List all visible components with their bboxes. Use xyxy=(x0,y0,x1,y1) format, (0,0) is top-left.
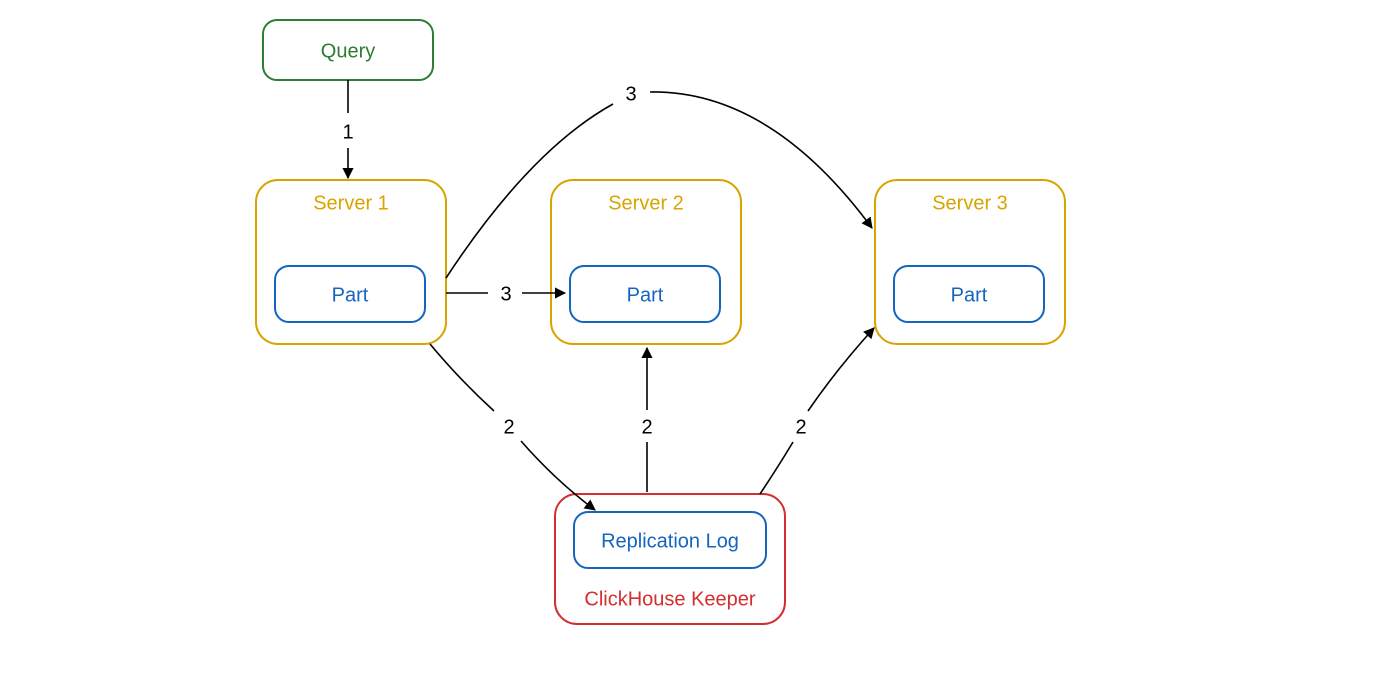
edge-label-2c: 2 xyxy=(795,416,806,438)
query-node: Query xyxy=(263,20,433,80)
edge-keeper-to-server3: 2 xyxy=(760,328,874,494)
server3-node: Server 3 Part xyxy=(875,180,1065,344)
part3-label: Part xyxy=(951,284,988,306)
keeper-label: ClickHouse Keeper xyxy=(584,588,756,610)
edge-keeper-to-server2: 2 xyxy=(641,348,652,492)
edge-part1-to-part2: 3 xyxy=(446,283,565,305)
server2-label: Server 2 xyxy=(608,192,684,214)
server1-node: Server 1 Part xyxy=(256,180,446,344)
edge-label-3a: 3 xyxy=(500,283,511,305)
part1-label: Part xyxy=(332,284,369,306)
edge-label-1: 1 xyxy=(342,121,353,143)
part2-label: Part xyxy=(627,284,664,306)
replication-log-label: Replication Log xyxy=(601,530,739,552)
server1-label: Server 1 xyxy=(313,192,389,214)
edge-query-to-server1: 1 xyxy=(342,80,353,178)
keeper-node: ClickHouse Keeper Replication Log xyxy=(555,494,785,624)
server3-label: Server 3 xyxy=(932,192,1008,214)
query-label: Query xyxy=(321,40,375,62)
edge-label-2b: 2 xyxy=(641,416,652,438)
server2-node: Server 2 Part xyxy=(551,180,741,344)
edge-server1-to-keeper: 2 xyxy=(430,344,595,510)
edge-label-2a: 2 xyxy=(503,416,514,438)
edge-label-3b: 3 xyxy=(625,83,636,105)
